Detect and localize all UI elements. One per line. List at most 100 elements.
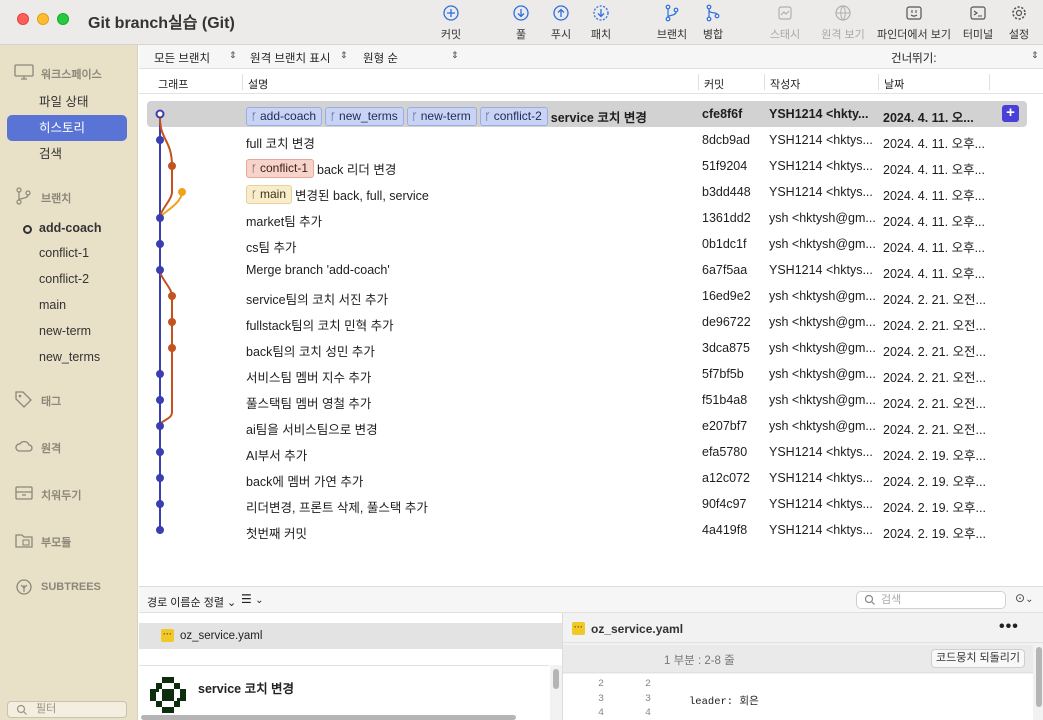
branch-tag[interactable]: ᚴ main [246, 185, 293, 205]
minimize-window-button[interactable] [37, 13, 49, 25]
column-divider[interactable] [242, 74, 243, 90]
commit-date: 2024. 2. 21. 오전... [883, 397, 986, 411]
commit-node[interactable] [156, 370, 164, 378]
commit-node[interactable] [168, 162, 176, 170]
scrollbar-thumb[interactable] [1036, 647, 1042, 707]
list-view-button[interactable]: ☰ ⌄ [241, 592, 264, 606]
branch-tag[interactable]: ᚴ conflict-2 [479, 107, 548, 127]
commit-description: Merge branch 'add-coach' [246, 263, 390, 277]
changed-file-row[interactable]: ··· oz_service.yaml [139, 623, 562, 649]
add-button[interactable]: + [1002, 105, 1019, 122]
sort-dropdown[interactable]: 경로 이름순 정렬 ⌄ [147, 594, 236, 610]
commit-row[interactable]: full 코치 변경 8dcb9ad YSH1214 <hktys... 2024. … [147, 127, 1027, 153]
commit-description: back에 멤버 가연 추가 [246, 471, 363, 490]
commit-node[interactable] [156, 422, 164, 430]
scrollbar-thumb[interactable] [553, 669, 559, 689]
commit-row[interactable]: AI부서 추가 efa5780 YSH1214 <hktys... 2024. 2. … [147, 439, 1027, 465]
commit-row[interactable]: back팀의 코치 성민 추가 3dca875 ysh <hktysh@gm... 2… [147, 335, 1027, 361]
commit-node[interactable] [168, 292, 176, 300]
commit-node[interactable] [156, 240, 164, 248]
zoom-window-button[interactable] [57, 13, 69, 25]
sidebar-branch-conflict-1[interactable]: conflict-1 [39, 246, 89, 260]
commit-node[interactable] [168, 344, 176, 352]
commit-row[interactable]: 첫번째 커밋 4a419f8 YSH1214 <hktys... 2024. 2. 1… [147, 517, 1027, 543]
commit-row[interactable]: ᚴ conflict-1 back 리더 변경 51f9204 YSH1214 <hkt… [147, 153, 1027, 179]
sidebar-filter-input[interactable]: 필터 [7, 701, 127, 718]
commit-node[interactable] [156, 214, 164, 222]
column-header-graph[interactable]: 그래프 [158, 76, 188, 92]
commit-row[interactable]: 서비스팀 멤버 지수 추가 5f7bf5b ysh <hktysh@gm... 202… [147, 361, 1027, 387]
commit-node[interactable] [168, 318, 176, 326]
commit-button[interactable]: 커밋 [423, 4, 479, 42]
commit-hash: 6a7f5aa [702, 263, 748, 277]
column-header-author[interactable]: 작성자 [770, 76, 800, 92]
commit-node[interactable] [178, 188, 186, 196]
sidebar-item-search[interactable]: 검색 [7, 141, 127, 167]
commit-row[interactable]: Merge branch 'add-coach' 6a7f5aa YSH1214 <… [147, 257, 1027, 283]
commit-message: service 코치 변경 [550, 111, 647, 125]
branch-tag[interactable]: ᚴ new_terms [325, 107, 404, 127]
column-divider[interactable] [989, 74, 990, 90]
commit-node[interactable] [156, 396, 164, 404]
commit-row[interactable]: 풀스택팀 멤버 영철 추가 f51b4a8 ysh <hktysh@gm... 202… [147, 387, 1027, 413]
branch-tag[interactable]: ᚴ add-coach [246, 107, 323, 127]
branch-icon: ᚴ [330, 112, 337, 124]
commit-node[interactable] [156, 526, 164, 534]
column-divider[interactable] [878, 74, 879, 90]
column-header-date[interactable]: 날짜 [884, 76, 904, 92]
fetch-button[interactable]: 패치 [573, 4, 629, 42]
diff-scrollbar[interactable] [1033, 645, 1043, 720]
revert-hunk-button[interactable]: 코드뭉치 되돌리기 [931, 649, 1025, 668]
remote-view-button[interactable]: 원격 보기 [815, 4, 871, 42]
commit-node[interactable] [156, 500, 164, 508]
more-options-button[interactable]: ⊙⌄ [1015, 591, 1033, 605]
merge-button[interactable]: 병합 [685, 4, 741, 42]
commit-row[interactable]: ai팀을 서비스팀으로 변경 e207bf7 ysh <hktysh@gm... 20… [147, 413, 1027, 439]
sidebar-branch-conflict-2[interactable]: conflict-2 [39, 272, 89, 286]
column-divider[interactable] [764, 74, 765, 90]
remote-branch-filter-select[interactable]: 원격 브랜치 표시 ⇕ [250, 50, 350, 66]
sidebar: 워크스페이스 파일 상태 히스토리 검색 브랜치 add-coach confl… [0, 45, 138, 720]
commit-author: YSH1214 <hktys... [769, 185, 873, 199]
commit-row[interactable]: service팀의 코치 서진 추가 16ed9e2 ysh <hktysh@gm.… [147, 283, 1027, 309]
commit-row[interactable]: fullstack팀의 코치 민혁 추가 de96722 ysh <hktysh@g… [147, 309, 1027, 335]
branch-icon: ᚴ [251, 190, 257, 202]
order-select[interactable]: 원형 순 ⇕ [363, 50, 463, 66]
sidebar-item-file-status[interactable]: 파일 상태 [7, 89, 127, 115]
settings-button[interactable]: 설정 [991, 4, 1043, 42]
search-placeholder: 검색 [881, 594, 902, 606]
commit-row[interactable]: ᚴ add-coach ᚴ new_terms ᚴ new-term ᚴ conflict-2… [147, 101, 1027, 127]
file-list-toolbar: 경로 이름순 정렬 ⌄ ☰ ⌄ 검색 ⊙⌄ [139, 587, 1043, 613]
diff-menu-button[interactable]: ••• [999, 618, 1019, 636]
branch-filter-select[interactable]: 모든 브랜치 ⇕ [154, 50, 239, 66]
commit-hash: 0b1dc1f [702, 237, 747, 251]
sidebar-branch-main[interactable]: main [39, 298, 66, 312]
commit-node[interactable] [156, 474, 164, 482]
commit-node[interactable] [155, 109, 165, 119]
sidebar-branch-add-coach[interactable]: add-coach [39, 221, 102, 235]
commit-row[interactable]: market팀 추가 1361dd2 ysh <hktysh@gm... 2024. … [147, 205, 1027, 231]
commit-row[interactable]: cs팀 추가 0b1dc1f ysh <hktysh@gm... 2024. 4. 1… [147, 231, 1027, 257]
show-in-finder-button[interactable]: 파인더에서 보기 [873, 4, 955, 42]
column-header-commit[interactable]: 커밋 [704, 76, 724, 92]
horizontal-scrollbar[interactable] [141, 715, 516, 720]
commit-row[interactable]: back에 멤버 가연 추가 a12c072 YSH1214 <hktys... 20… [147, 465, 1027, 491]
column-divider[interactable] [698, 74, 699, 90]
branch-tag[interactable]: ᚴ new-term [406, 107, 477, 127]
column-header-description[interactable]: 설명 [248, 76, 268, 92]
file-search-input[interactable]: 검색 [856, 591, 1006, 609]
commit-node[interactable] [156, 266, 164, 274]
stash-button[interactable]: 스태시 [757, 4, 813, 42]
commit-description: full 코치 변경 [246, 133, 315, 152]
jump-to-select[interactable]: 건너뛰기: ⇕ [891, 50, 1039, 66]
close-window-button[interactable] [17, 13, 29, 25]
sidebar-branch-new-terms[interactable]: new_terms [39, 350, 100, 364]
commit-node[interactable] [156, 136, 164, 144]
branch-tag[interactable]: ᚴ conflict-1 [246, 159, 315, 179]
sidebar-branch-new-term[interactable]: new-term [39, 324, 91, 338]
commit-node[interactable] [156, 448, 164, 456]
sidebar-item-history[interactable]: 히스토리 [7, 115, 127, 141]
commit-row[interactable]: 리더변경, 프론트 삭제, 풀스택 추가 90f4c97 YSH1214 <hkty… [147, 491, 1027, 517]
commit-row[interactable]: ᚴ main 변경된 back, full, service b3dd448 YSH12… [147, 179, 1027, 205]
vertical-scrollbar[interactable] [550, 665, 562, 720]
